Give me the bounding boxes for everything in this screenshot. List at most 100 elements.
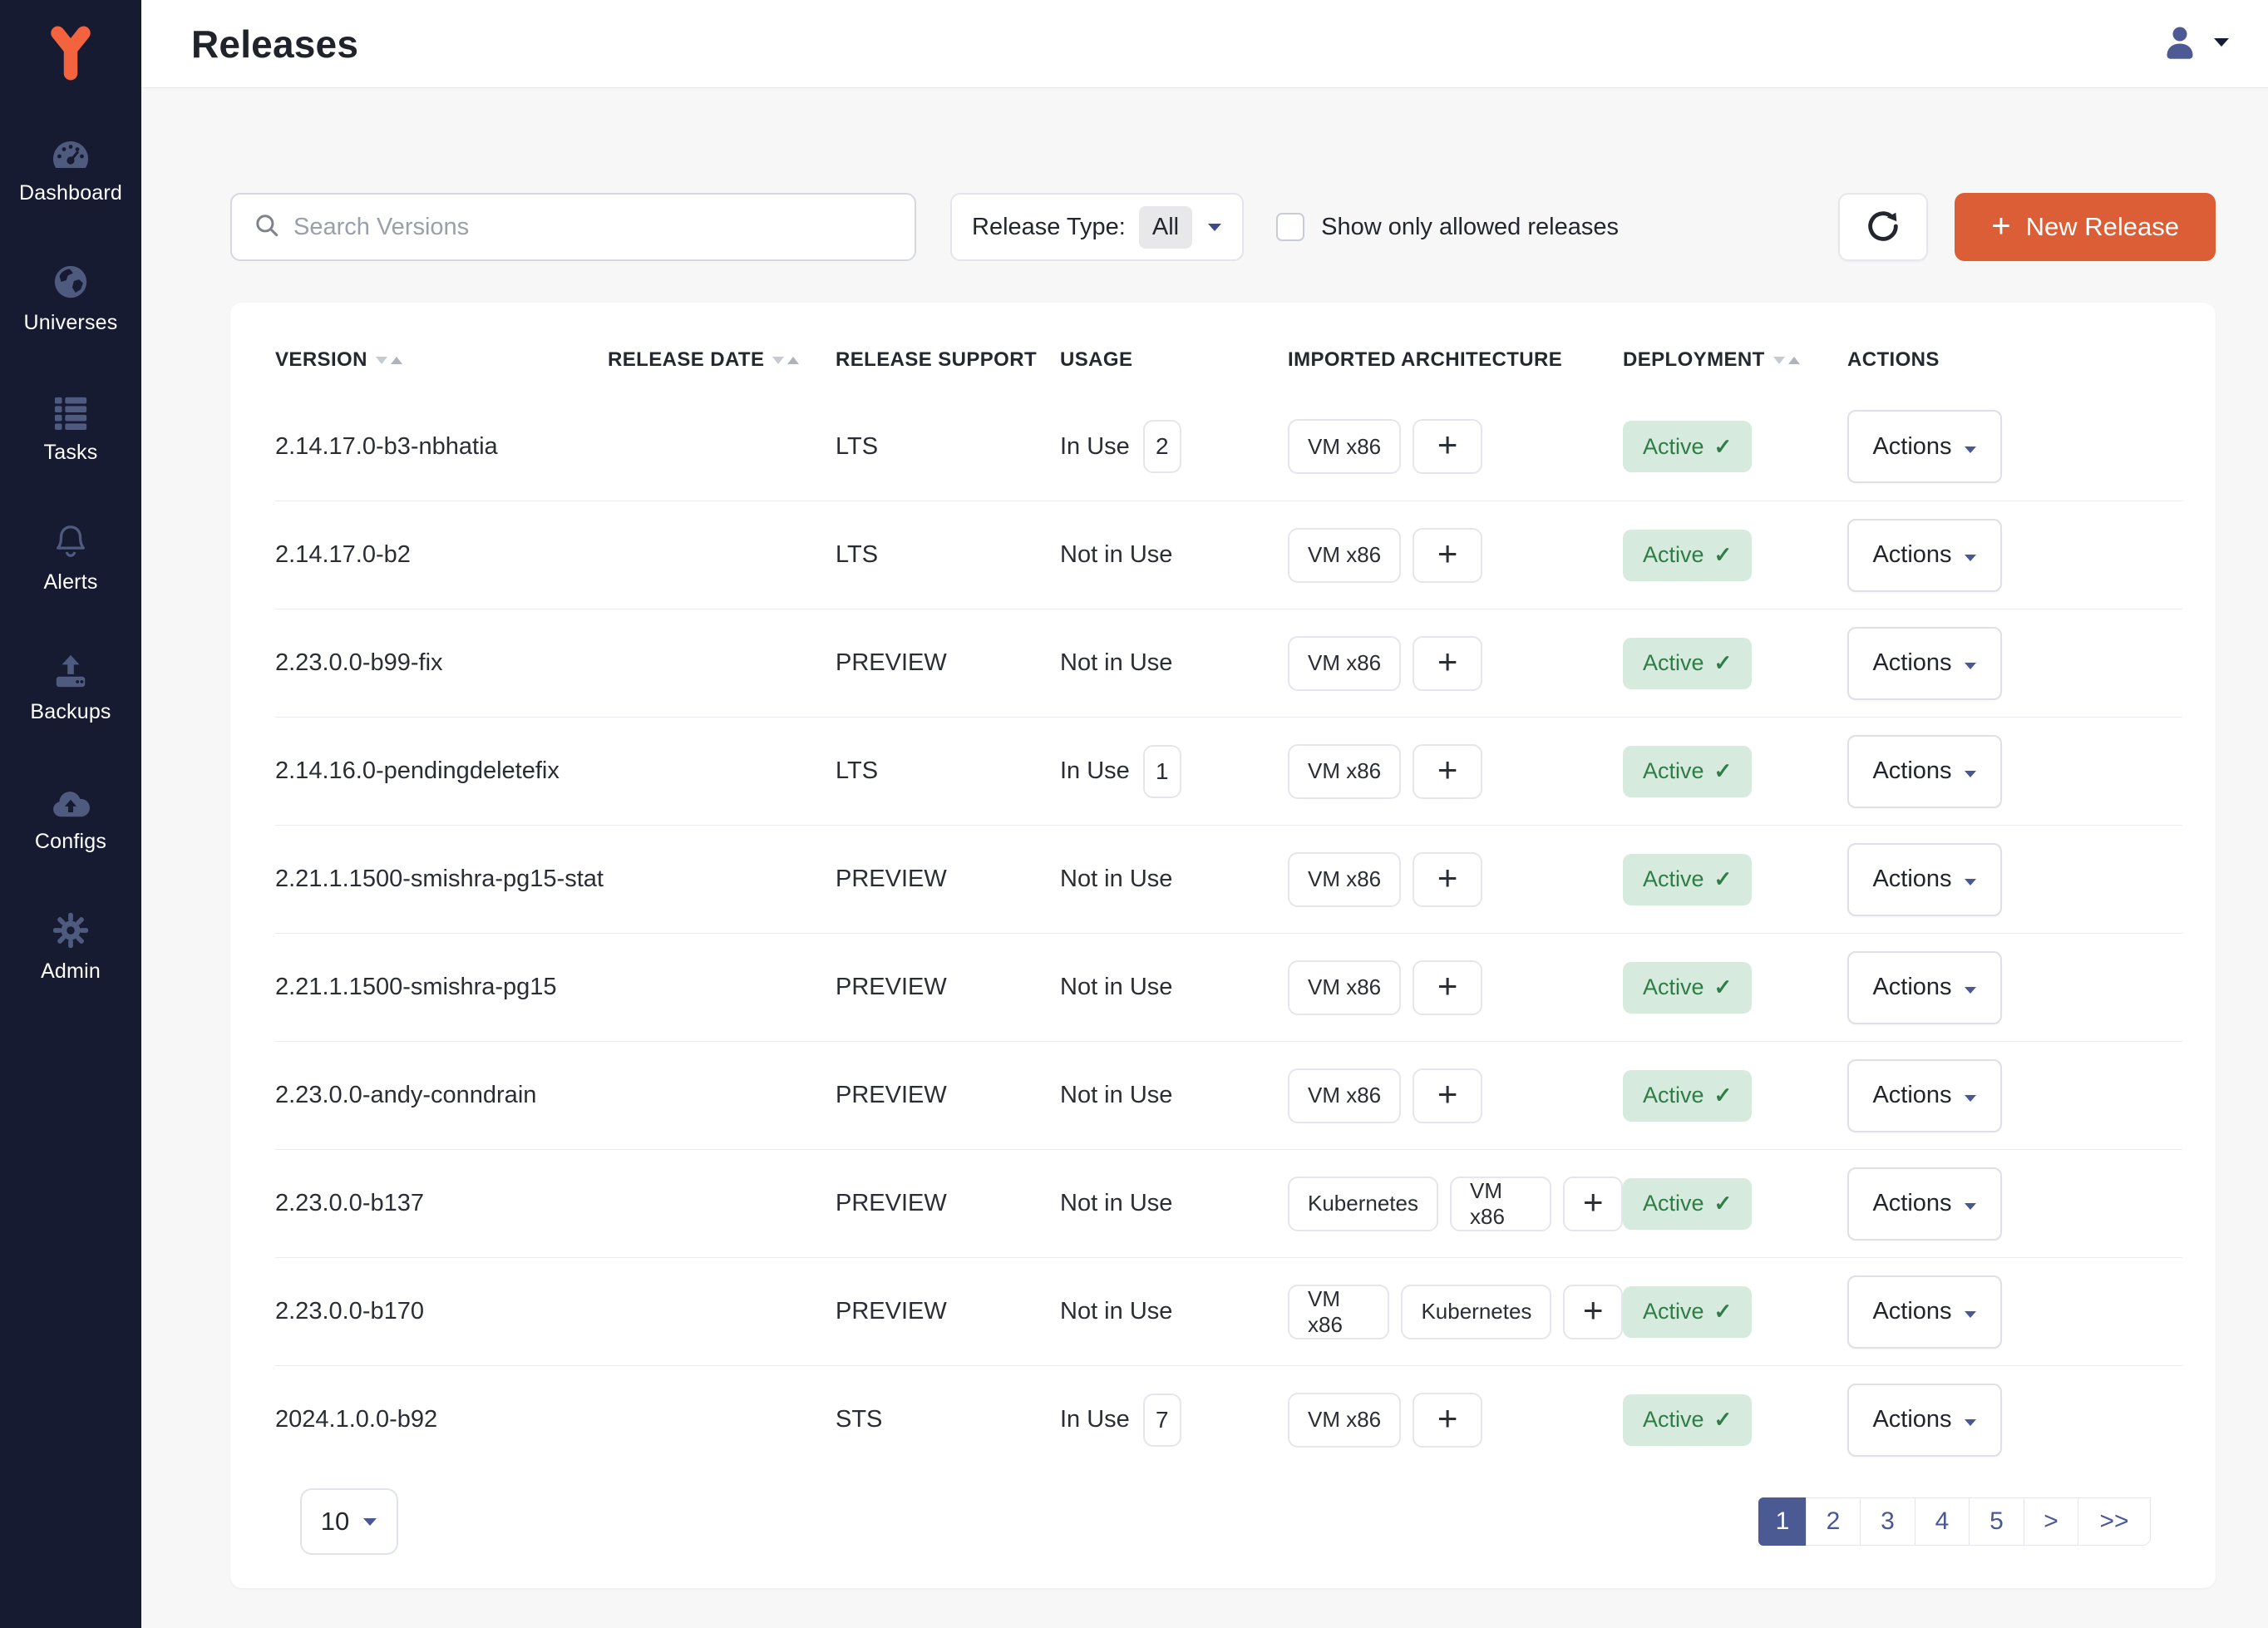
column-header-release-support: RELEASE SUPPORT <box>836 348 1060 372</box>
page-title: Releases <box>191 22 358 67</box>
page-button-1[interactable]: 1 <box>1758 1497 1807 1546</box>
architecture-chip: VM x86 <box>1450 1177 1551 1231</box>
gear-icon <box>52 906 90 950</box>
deployment-cell: Active ✓ <box>1623 854 1847 905</box>
actions-button[interactable]: Actions <box>1847 843 2002 916</box>
actions-button[interactable]: Actions <box>1847 1275 2002 1349</box>
release-type-label: Release Type: <box>972 214 1126 241</box>
add-architecture-button[interactable]: + <box>1413 852 1482 907</box>
actions-button[interactable]: Actions <box>1847 951 2002 1024</box>
column-header-deployment[interactable]: DEPLOYMENT <box>1623 348 1847 372</box>
add-architecture-button[interactable]: + <box>1413 960 1482 1015</box>
chevron-down-icon <box>2213 37 2230 52</box>
actions-button[interactable]: Actions <box>1847 410 2002 483</box>
actions-label: Actions <box>1872 541 1951 569</box>
sidebar-item-tasks[interactable]: Tasks <box>0 387 141 517</box>
actions-button[interactable]: Actions <box>1847 1384 2002 1457</box>
column-label: USAGE <box>1060 348 1132 372</box>
column-header-usage: USAGE <box>1060 348 1288 372</box>
page-button-5[interactable]: 5 <box>1969 1497 2024 1546</box>
actions-button[interactable]: Actions <box>1847 627 2002 700</box>
chevron-down-icon <box>1964 1082 1977 1109</box>
new-release-button[interactable]: + New Release <box>1955 193 2216 261</box>
usage-text: Not in Use <box>1060 1190 1172 1217</box>
sidebar-item-universes[interactable]: Universes <box>0 258 141 387</box>
search-input[interactable] <box>293 214 893 241</box>
actions-cell: Actions <box>1847 627 2182 700</box>
architecture-cell: VM x86+ <box>1288 528 1623 583</box>
sidebar: Dashboard Universes Tasks Alerts Backups… <box>0 0 141 1628</box>
column-header-release-date[interactable]: RELEASE DATE <box>608 348 836 372</box>
usage-cell: In Use1 <box>1060 745 1288 798</box>
add-architecture-button[interactable]: + <box>1413 744 1482 799</box>
table-row: 2.14.17.0-b2LTSNot in UseVM x86+ Active … <box>275 501 2182 609</box>
add-architecture-button[interactable]: + <box>1563 1285 1623 1339</box>
sidebar-item-dashboard[interactable]: Dashboard <box>0 128 141 258</box>
checkbox-box[interactable] <box>1276 213 1304 241</box>
search-box <box>230 193 916 261</box>
actions-button[interactable]: Actions <box>1847 1167 2002 1241</box>
table-row: 2024.1.0.0-b92STSIn Use7VM x86+ Active ✓… <box>275 1365 2182 1473</box>
chevron-down-icon <box>1964 1298 1977 1325</box>
sidebar-item-backups[interactable]: Backups <box>0 647 141 777</box>
column-label: DEPLOYMENT <box>1623 348 1765 372</box>
add-architecture-button[interactable]: + <box>1413 1068 1482 1123</box>
version-cell: 2.21.1.1500-smishra-pg15 <box>275 974 608 1001</box>
next-page-button[interactable]: > <box>2024 1497 2079 1546</box>
chevron-down-icon <box>1964 757 1977 785</box>
deployment-status-badge: Active ✓ <box>1623 421 1752 472</box>
actions-cell: Actions <box>1847 1059 2182 1132</box>
yugabyte-logo[interactable] <box>45 18 96 88</box>
pagination-pages: 12345>>> <box>1758 1497 2151 1546</box>
actions-label: Actions <box>1872 1406 1951 1433</box>
architecture-chip: VM x86 <box>1288 852 1401 907</box>
chevron-down-icon <box>362 1517 377 1527</box>
actions-button[interactable]: Actions <box>1847 519 2002 592</box>
deployment-status-badge: Active ✓ <box>1623 854 1752 905</box>
main-area: Releases <box>141 0 2268 1628</box>
checkbox-label: Show only allowed releases <box>1321 214 1619 241</box>
architecture-cell: VM x86+ <box>1288 419 1623 474</box>
column-header-version[interactable]: VERSION <box>275 348 608 372</box>
usage-text: Not in Use <box>1060 974 1172 1001</box>
chevron-down-icon <box>1964 1406 1977 1433</box>
usage-text: Not in Use <box>1060 649 1172 677</box>
release-type-dropdown[interactable]: Release Type: All <box>950 193 1244 261</box>
usage-text: Not in Use <box>1060 1082 1172 1109</box>
page-size-select[interactable]: 10 <box>300 1488 398 1555</box>
usage-cell: Not in Use <box>1060 1190 1288 1217</box>
sidebar-item-alerts[interactable]: Alerts <box>0 517 141 647</box>
page-button-3[interactable]: 3 <box>1860 1497 1915 1546</box>
actions-label: Actions <box>1872 1190 1951 1217</box>
refresh-button[interactable] <box>1838 193 1928 261</box>
architecture-chip: VM x86 <box>1288 1285 1389 1339</box>
table-row: 2.21.1.1500-smishra-pg15-statPREVIEWNot … <box>275 825 2182 933</box>
add-architecture-button[interactable]: + <box>1413 1393 1482 1448</box>
architecture-cell: VM x86+ <box>1288 744 1623 799</box>
actions-button[interactable]: Actions <box>1847 1059 2002 1132</box>
pagination-row: 10 12345>>> <box>275 1488 2182 1555</box>
deployment-cell: Active ✓ <box>1623 1394 1847 1446</box>
release-support-cell: PREVIEW <box>836 866 1060 893</box>
user-menu[interactable] <box>2162 23 2230 64</box>
allowed-releases-checkbox[interactable]: Show only allowed releases <box>1276 213 1619 241</box>
actions-button[interactable]: Actions <box>1847 735 2002 808</box>
sidebar-item-admin[interactable]: Admin <box>0 906 141 1036</box>
deployment-cell: Active ✓ <box>1623 962 1847 1014</box>
add-architecture-button[interactable]: + <box>1413 528 1482 583</box>
add-architecture-button[interactable]: + <box>1413 636 1482 691</box>
usage-text: In Use <box>1060 1406 1130 1433</box>
deployment-status-badge: Active ✓ <box>1623 746 1752 797</box>
page-button-2[interactable]: 2 <box>1806 1497 1861 1546</box>
chevron-down-icon <box>1964 649 1977 677</box>
add-architecture-button[interactable]: + <box>1563 1177 1623 1231</box>
add-architecture-button[interactable]: + <box>1413 419 1482 474</box>
status-label: Active <box>1643 1191 1704 1216</box>
sidebar-item-configs[interactable]: Configs <box>0 777 141 906</box>
page-button-4[interactable]: 4 <box>1915 1497 1970 1546</box>
usage-cell: In Use7 <box>1060 1394 1288 1447</box>
last-page-button[interactable]: >> <box>2078 1497 2151 1546</box>
table-row: 2.23.0.0-b137PREVIEWNot in UseKubernetes… <box>275 1149 2182 1257</box>
version-cell: 2024.1.0.0-b92 <box>275 1406 608 1433</box>
architecture-chip: Kubernetes <box>1401 1285 1551 1339</box>
